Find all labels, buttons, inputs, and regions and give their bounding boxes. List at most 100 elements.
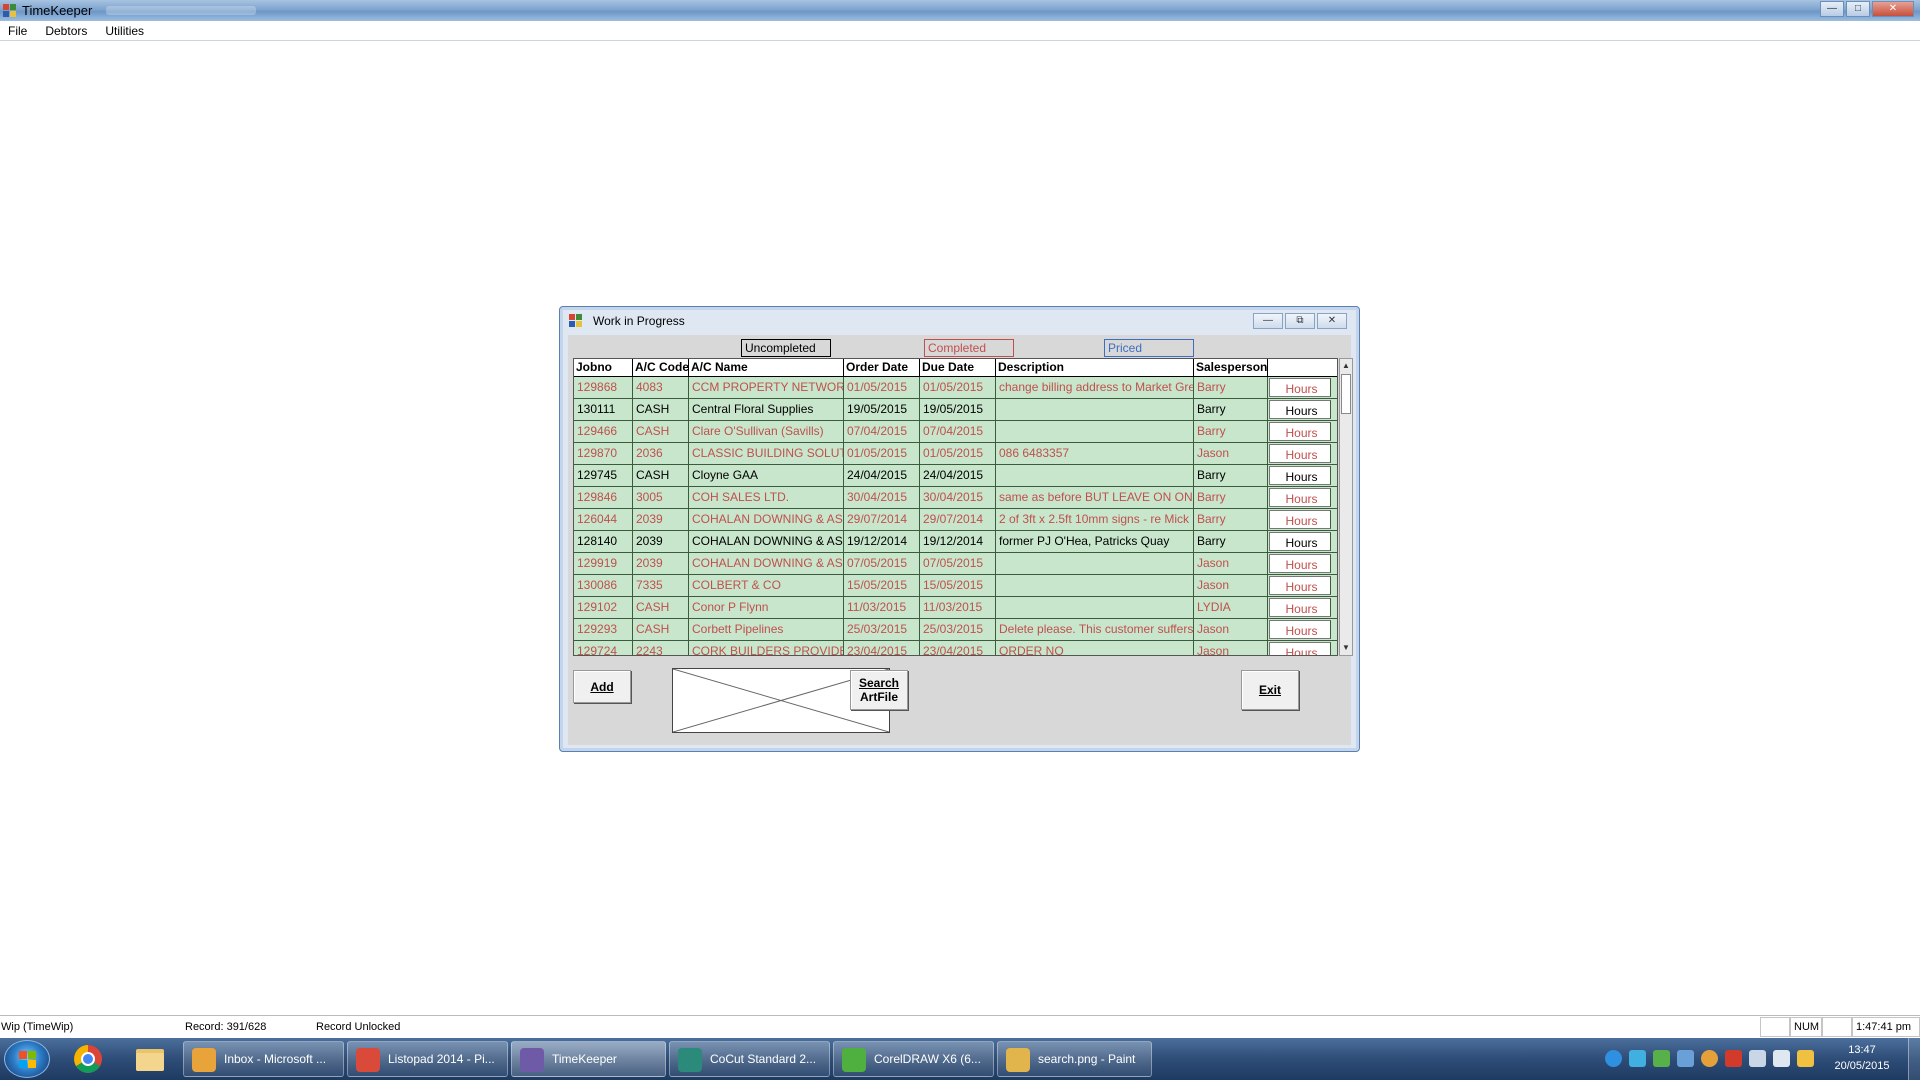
cell-order-date[interactable]: 25/03/2015 [844, 619, 920, 640]
cell-ac-code[interactable]: 2243 [633, 641, 689, 655]
cell-due-date[interactable]: 30/04/2015 [920, 487, 996, 508]
filter-priced[interactable]: Priced [1104, 339, 1194, 357]
hours-button[interactable]: Hours [1269, 642, 1331, 655]
table-row[interactable]: 1299192039COHALAN DOWNING & ASSOCIATES07… [574, 553, 1337, 575]
cell-ac-name[interactable]: COHALAN DOWNING & ASSOCIATES [689, 553, 844, 574]
cell-due-date[interactable]: 19/12/2014 [920, 531, 996, 552]
dialog-minimize-button[interactable]: — [1253, 313, 1283, 329]
cell-salesperson[interactable]: Jason [1194, 619, 1268, 640]
menu-debtors[interactable]: Debtors [45, 24, 87, 38]
table-row[interactable]: 129466 CASH Clare O'Sullivan (Savills) 07/0… [574, 421, 1337, 443]
explorer-pinned-icon[interactable] [122, 1041, 178, 1077]
cell-ac-name[interactable]: COHALAN DOWNING & ASSOCIATES [689, 509, 844, 530]
dialog-titlebar[interactable]: Work in Progress — ⧉ ✕ [560, 307, 1359, 335]
cell-description[interactable]: 086 6483357 [996, 443, 1194, 464]
col-order-date[interactable]: Order Date [844, 359, 920, 376]
cell-due-date[interactable]: 01/05/2015 [920, 377, 996, 398]
table-row[interactable]: 129745 CASH Cloyne GAA 24/04/2015 24/04/2015… [574, 465, 1337, 487]
add-button[interactable]: Add [573, 670, 631, 703]
filter-completed[interactable]: Completed [924, 339, 1014, 357]
col-jobno[interactable]: Jobno [574, 359, 633, 376]
cell-jobno[interactable]: 129919 [574, 553, 633, 574]
cell-ac-code[interactable]: 2036 [633, 443, 689, 464]
hours-button[interactable]: Hours [1269, 598, 1331, 617]
cell-description[interactable] [996, 597, 1194, 618]
cell-order-date[interactable]: 30/04/2015 [844, 487, 920, 508]
cell-ac-code[interactable]: 4083 [633, 377, 689, 398]
table-row[interactable]: 1260442039COHALAN DOWNING & ASSOCIATES29… [574, 509, 1337, 531]
cell-ac-code[interactable]: CASH [633, 399, 689, 420]
cell-ac-name[interactable]: COH SALES LTD. [689, 487, 844, 508]
cell-order-date[interactable]: 23/04/2015 [844, 641, 920, 655]
cell-ac-code[interactable]: CASH [633, 597, 689, 618]
hours-button[interactable]: Hours [1269, 532, 1331, 551]
cell-due-date[interactable]: 23/04/2015 [920, 641, 996, 655]
cell-jobno[interactable]: 129846 [574, 487, 633, 508]
cell-ac-code[interactable]: CASH [633, 465, 689, 486]
cell-jobno[interactable]: 129102 [574, 597, 633, 618]
cell-ac-name[interactable]: Corbett Pipelines [689, 619, 844, 640]
cell-due-date[interactable]: 11/03/2015 [920, 597, 996, 618]
cell-description[interactable]: former PJ O'Hea, Patricks Quay [996, 531, 1194, 552]
tray-alert-icon[interactable] [1725, 1050, 1742, 1067]
cell-salesperson[interactable]: Barry [1194, 399, 1268, 420]
cell-order-date[interactable]: 19/12/2014 [844, 531, 920, 552]
cell-ac-code[interactable]: 2039 [633, 553, 689, 574]
cell-jobno[interactable]: 130086 [574, 575, 633, 596]
cell-ac-name[interactable]: Cloyne GAA [689, 465, 844, 486]
cell-description[interactable] [996, 465, 1194, 486]
cell-ac-code[interactable]: 2039 [633, 509, 689, 530]
table-row[interactable]: 130111 CASH Central Floral Supplies 19/05/2… [574, 399, 1337, 421]
cell-due-date[interactable]: 01/05/2015 [920, 443, 996, 464]
tray-monitor-icon[interactable] [1677, 1050, 1694, 1067]
table-row[interactable]: 130086 7335 COLBERT & CO 15/05/2015 15/05/20… [574, 575, 1337, 597]
cell-ac-name[interactable]: CCM PROPERTY NETWORK [689, 377, 844, 398]
cell-ac-name[interactable]: Conor P Flynn [689, 597, 844, 618]
cell-description[interactable] [996, 399, 1194, 420]
close-button[interactable]: ✕ [1872, 1, 1914, 17]
cell-salesperson[interactable]: Barry [1194, 487, 1268, 508]
table-row[interactable]: 129868 4083 CCM PROPERTY NETWORK 01/05/2015… [574, 377, 1337, 399]
taskbar-chrome[interactable]: Listopad 2014 - Pi... [347, 1041, 508, 1077]
hours-button[interactable]: Hours [1269, 510, 1331, 529]
table-scrollbar[interactable]: ▲ ▼ [1339, 358, 1353, 656]
cell-salesperson[interactable]: Barry [1194, 465, 1268, 486]
cell-description[interactable]: same as before BUT LEAVE ON ONE [996, 487, 1194, 508]
cell-order-date[interactable]: 29/07/2014 [844, 509, 920, 530]
scroll-up-arrow-icon[interactable]: ▲ [1340, 359, 1352, 373]
start-button[interactable] [4, 1040, 50, 1078]
taskbar-cocut[interactable]: CoCut Standard 2... [669, 1041, 830, 1077]
tray-security-icon[interactable] [1701, 1050, 1718, 1067]
taskbar-outlook[interactable]: Inbox - Microsoft ... [183, 1041, 344, 1077]
cell-order-date[interactable]: 07/04/2015 [844, 421, 920, 442]
cell-order-date[interactable]: 11/03/2015 [844, 597, 920, 618]
col-ac-name[interactable]: A/C Name [689, 359, 844, 376]
hours-button[interactable]: Hours [1269, 400, 1331, 419]
cell-description[interactable] [996, 575, 1194, 596]
search-artfile-button[interactable]: Search ArtFile [850, 670, 908, 710]
cell-ac-name[interactable]: Clare O'Sullivan (Savills) [689, 421, 844, 442]
menu-utilities[interactable]: Utilities [105, 24, 144, 38]
cell-ac-name[interactable]: CORK BUILDERS PROVIDERS [689, 641, 844, 655]
taskbar-paint[interactable]: search.png - Paint [997, 1041, 1152, 1077]
cell-salesperson[interactable]: Barry [1194, 421, 1268, 442]
taskbar-timekeeper[interactable]: TimeKeeper [511, 1041, 666, 1077]
cell-salesperson[interactable]: Barry [1194, 531, 1268, 552]
cell-salesperson[interactable]: Jason [1194, 575, 1268, 596]
menu-file[interactable]: File [8, 24, 27, 38]
taskbar-coreldraw[interactable]: CorelDRAW X6 (6... [833, 1041, 994, 1077]
cell-due-date[interactable]: 19/05/2015 [920, 399, 996, 420]
cell-ac-code[interactable]: 2039 [633, 531, 689, 552]
cell-jobno[interactable]: 126044 [574, 509, 633, 530]
hours-button[interactable]: Hours [1269, 378, 1331, 397]
cell-order-date[interactable]: 15/05/2015 [844, 575, 920, 596]
cell-due-date[interactable]: 07/04/2015 [920, 421, 996, 442]
scroll-down-arrow-icon[interactable]: ▼ [1340, 641, 1352, 655]
tray-network-icon[interactable] [1749, 1050, 1766, 1067]
table-row[interactable]: 1297242243CORK BUILDERS PROVIDERS23/04/2… [574, 641, 1337, 655]
col-salesperson[interactable]: Salesperson [1194, 359, 1268, 376]
table-row[interactable]: 129293 CASH Corbett Pipelines 25/03/2015 25/… [574, 619, 1337, 641]
hours-button[interactable]: Hours [1269, 488, 1331, 507]
cell-description[interactable]: Delete please. This customer suffers [996, 619, 1194, 640]
cell-jobno[interactable]: 129466 [574, 421, 633, 442]
